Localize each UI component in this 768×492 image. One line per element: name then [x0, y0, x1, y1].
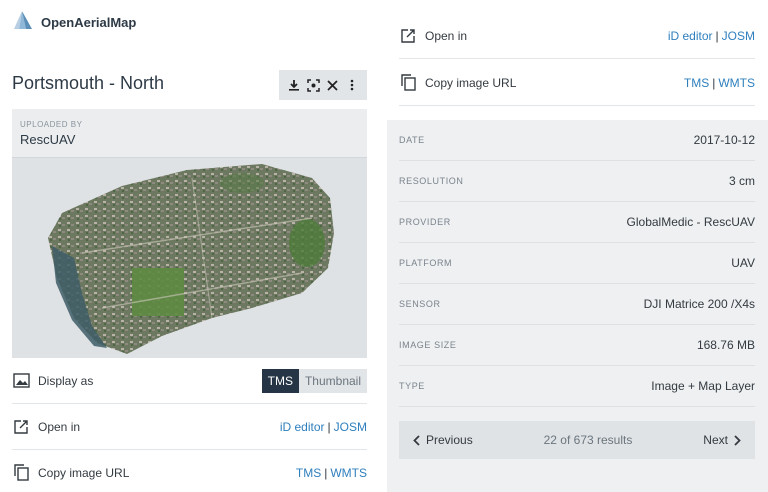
more-vertical-icon[interactable]	[344, 77, 360, 93]
image-toolbar	[279, 70, 367, 100]
open-josm-link[interactable]: JOSM	[334, 420, 367, 434]
display-as-toggle: TMS Thumbnail	[261, 368, 367, 393]
chevron-left-icon	[413, 434, 420, 446]
external-edit-icon	[399, 27, 417, 45]
copy-icon	[12, 464, 30, 482]
meta-key: DATE	[399, 135, 425, 145]
meta-key: PROVIDER	[399, 217, 451, 227]
open-in-row-secondary: Open in iD editor | JOSM	[399, 13, 755, 59]
oam-logo-icon	[12, 10, 34, 35]
display-thumbnail-option[interactable]: Thumbnail	[298, 368, 367, 393]
open-id-editor-link[interactable]: iD editor	[668, 29, 713, 43]
meta-row-provider: PROVIDER GlobalMedic - RescUAV	[399, 202, 755, 243]
copy-url-row: Copy image URL TMS | WMTS	[12, 450, 367, 492]
download-icon[interactable]	[286, 77, 302, 93]
results-pager: Previous 22 of 673 results Next	[399, 421, 755, 459]
meta-row-type: TYPE Image + Map Layer	[399, 366, 755, 407]
uploader-name[interactable]: RescUAV	[20, 132, 359, 147]
uploader-box: UPLOADED BY RescUAV	[12, 109, 367, 158]
open-in-label: Open in	[38, 419, 81, 434]
page-title: Portsmouth - North	[12, 73, 165, 93]
display-tms-option[interactable]: TMS	[261, 368, 299, 393]
meta-value: UAV	[731, 256, 755, 270]
meta-key: RESOLUTION	[399, 176, 464, 186]
image-icon	[12, 372, 30, 390]
meta-value: 168.76 MB	[696, 338, 755, 352]
copy-icon	[399, 74, 417, 92]
image-detail-panel: OpenAerialMap Portsmouth - North UPLOADE…	[0, 0, 380, 492]
copy-wmts-link[interactable]: WMTS	[718, 76, 755, 90]
next-button[interactable]: Next	[703, 433, 741, 447]
meta-key: PLATFORM	[399, 258, 453, 268]
meta-row-platform: PLATFORM UAV	[399, 243, 755, 284]
display-as-label: Display as	[38, 373, 94, 388]
meta-key: SENSOR	[399, 299, 441, 309]
open-josm-link[interactable]: JOSM	[722, 29, 755, 43]
meta-row-date: DATE 2017-10-12	[399, 120, 755, 161]
meta-row-sensor: SENSOR DJI Matrice 200 /X4s	[399, 284, 755, 325]
close-icon[interactable]	[325, 77, 341, 93]
brand-name: OpenAerialMap	[41, 15, 137, 30]
external-edit-icon	[12, 418, 30, 436]
image-metadata-panel: Open in iD editor | JOSM Copy image URL TM…	[387, 0, 768, 492]
copy-url-label: Copy image URL	[425, 75, 517, 90]
results-count: 22 of 673 results	[543, 433, 633, 447]
meta-key: IMAGE SIZE	[399, 340, 457, 350]
meta-value: 2017-10-12	[693, 133, 755, 147]
brand[interactable]: OpenAerialMap	[12, 10, 136, 35]
meta-row-image-size: IMAGE SIZE 168.76 MB	[399, 325, 755, 366]
copy-wmts-link[interactable]: WMTS	[330, 466, 367, 480]
copy-tms-link[interactable]: TMS	[296, 466, 321, 480]
meta-value: 3 cm	[728, 174, 755, 188]
open-in-row: Open in iD editor | JOSM	[12, 404, 367, 450]
uploader-label: UPLOADED BY	[20, 120, 83, 129]
display-as-row: Display as TMS Thumbnail	[12, 358, 367, 404]
metadata-list: DATE 2017-10-12 RESOLUTION 3 cm PROVIDER…	[387, 120, 768, 492]
meta-value: DJI Matrice 200 /X4s	[643, 297, 755, 311]
meta-key: TYPE	[399, 381, 425, 391]
chevron-right-icon	[734, 434, 741, 446]
image-thumbnail	[12, 158, 367, 358]
open-in-label: Open in	[425, 28, 468, 43]
copy-tms-link[interactable]: TMS	[684, 76, 709, 90]
meta-value: GlobalMedic - RescUAV	[626, 215, 755, 229]
meta-row-resolution: RESOLUTION 3 cm	[399, 161, 755, 202]
copy-url-label: Copy image URL	[38, 465, 130, 480]
meta-value: Image + Map Layer	[651, 379, 755, 393]
open-id-editor-link[interactable]: iD editor	[280, 420, 325, 434]
focus-icon[interactable]	[305, 77, 321, 93]
previous-button[interactable]: Previous	[413, 433, 473, 447]
copy-url-row-secondary: Copy image URL TMS | WMTS	[399, 60, 755, 106]
